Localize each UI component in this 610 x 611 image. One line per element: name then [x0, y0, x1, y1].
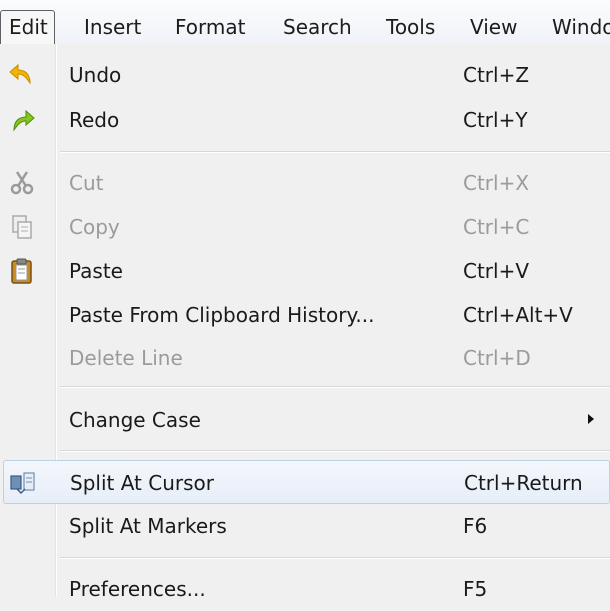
menu-item-cut[interactable]: Cut Ctrl+X	[0, 161, 610, 205]
menu-item-label: Change Case	[69, 408, 201, 432]
edit-dropdown-menu: Undo Ctrl+Z Redo Ctrl+Y Cut Ctrl+X Copy …	[0, 44, 610, 601]
copy-icon	[8, 213, 36, 241]
menu-separator	[60, 450, 610, 452]
menu-item-shortcut: Ctrl+V	[463, 259, 530, 283]
menu-item-label: Redo	[69, 108, 120, 132]
menu-item-shortcut: Ctrl+Z	[463, 63, 530, 87]
menu-separator	[60, 151, 610, 153]
menu-item-undo[interactable]: Undo Ctrl+Z	[0, 53, 610, 97]
submenu-arrow-icon	[588, 414, 594, 424]
redo-icon	[8, 106, 36, 134]
menu-item-shortcut: Ctrl+Y	[463, 108, 528, 132]
menu-item-shortcut: F6	[463, 514, 488, 538]
menu-item-shortcut: Ctrl+D	[463, 346, 531, 370]
menu-item-shortcut: Ctrl+Return	[464, 471, 583, 495]
menu-item-paste[interactable]: Paste Ctrl+V	[0, 249, 610, 293]
menu-item-label: Delete Line	[69, 346, 183, 370]
split-icon	[9, 469, 37, 497]
menu-item-preferences[interactable]: Preferences... F5	[0, 567, 610, 611]
menu-item-split-at-markers[interactable]: Split At Markers F6	[0, 504, 610, 548]
menu-item-label: Split At Markers	[69, 514, 227, 538]
menu-item-label: Paste From Clipboard History...	[69, 303, 375, 327]
menu-item-shortcut: Ctrl+C	[463, 215, 530, 239]
scissors-icon	[8, 169, 36, 197]
menu-item-shortcut: F5	[463, 577, 488, 601]
menu-item-label: Split At Cursor	[70, 471, 214, 495]
menu-insert[interactable]: Insert	[84, 9, 141, 45]
menu-item-delete-line[interactable]: Delete Line Ctrl+D	[0, 336, 610, 380]
menu-item-paste-history[interactable]: Paste From Clipboard History... Ctrl+Alt…	[0, 293, 610, 337]
menu-window[interactable]: Windo	[552, 9, 610, 45]
menu-format[interactable]: Format	[175, 9, 245, 45]
menu-item-shortcut: Ctrl+X	[463, 171, 530, 195]
menu-item-split-at-cursor[interactable]: Split At Cursor Ctrl+Return	[3, 460, 610, 504]
undo-icon	[8, 61, 36, 89]
clipboard-icon	[8, 257, 36, 285]
menu-item-label: Undo	[69, 63, 122, 87]
menu-item-change-case[interactable]: Change Case	[0, 398, 610, 442]
menu-item-shortcut: Ctrl+Alt+V	[463, 303, 573, 327]
menu-item-label: Paste	[69, 259, 123, 283]
menu-search[interactable]: Search	[283, 9, 352, 45]
menu-item-label: Preferences...	[69, 577, 206, 601]
menu-view[interactable]: View	[470, 9, 517, 45]
menu-item-redo[interactable]: Redo Ctrl+Y	[0, 98, 610, 142]
menu-separator	[60, 386, 610, 388]
menu-separator	[60, 557, 610, 559]
menu-item-label: Copy	[69, 215, 120, 239]
menu-item-label: Cut	[69, 171, 104, 195]
menu-tools[interactable]: Tools	[386, 9, 435, 45]
menu-item-copy[interactable]: Copy Ctrl+C	[0, 205, 610, 249]
menu-edit[interactable]: Edit	[0, 10, 55, 44]
